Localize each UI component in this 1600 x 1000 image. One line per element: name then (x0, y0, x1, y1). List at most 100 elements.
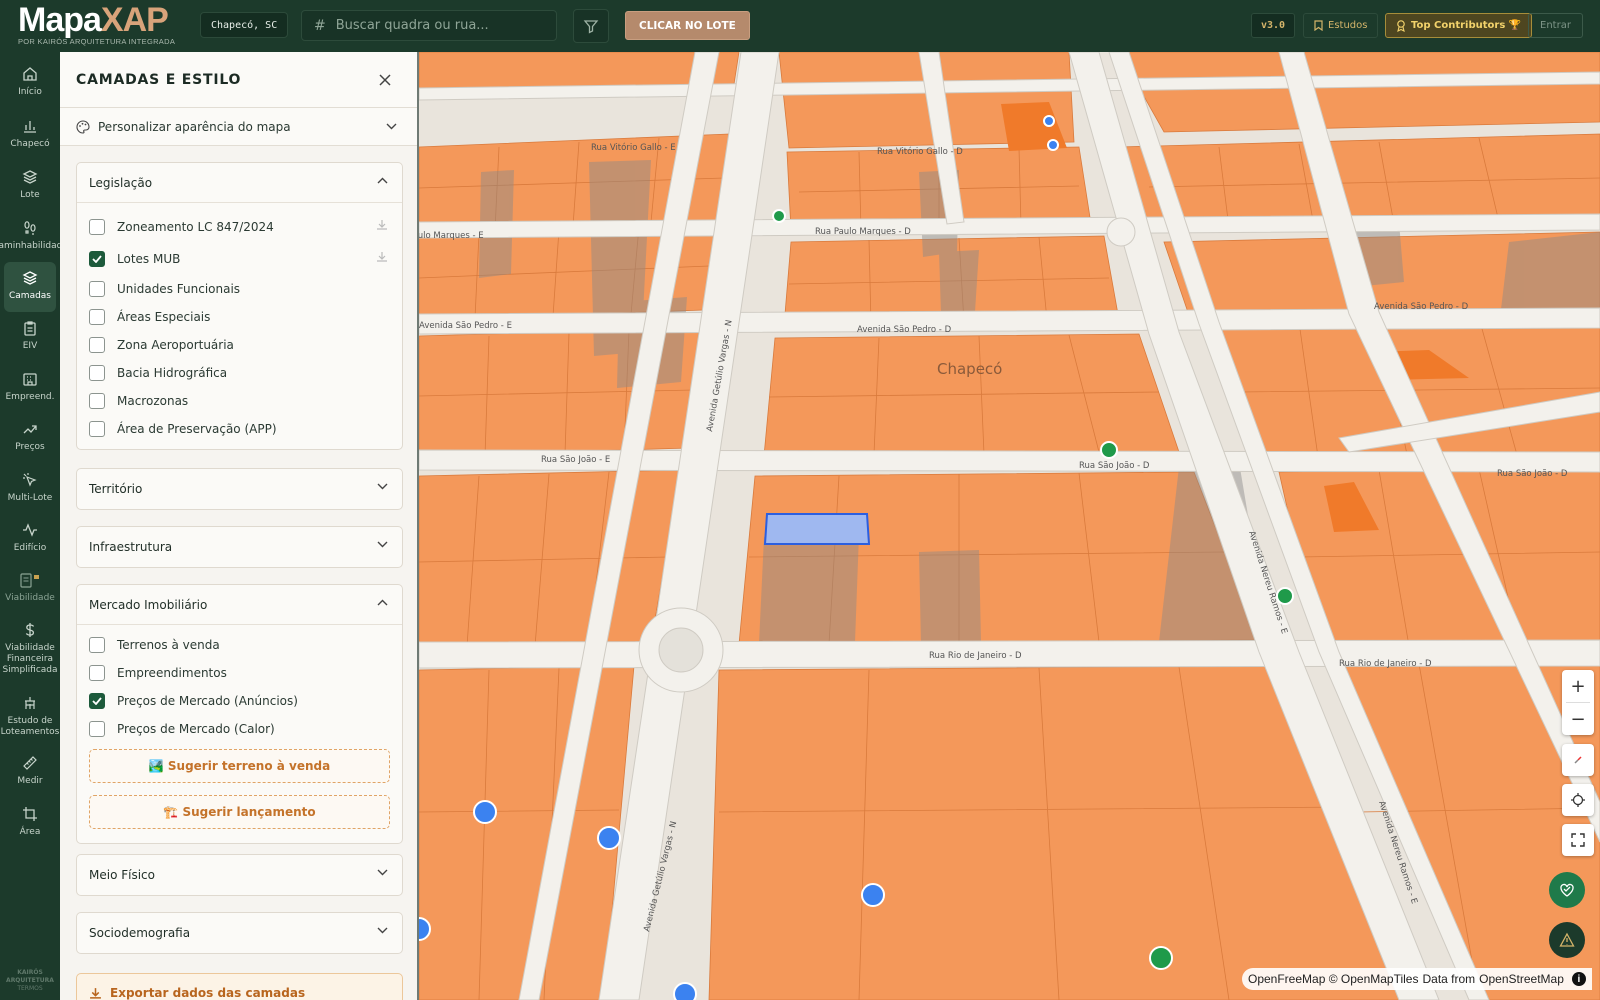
layer-label: Área de Preservação (APP) (117, 422, 277, 436)
layer-item[interactable]: Áreas Especiais (77, 303, 402, 331)
group-meio-fisico[interactable]: Meio Físico (76, 854, 403, 896)
chevron-up-icon (377, 177, 388, 184)
search-input[interactable] (335, 18, 546, 33)
login-button[interactable]: Entrar (1528, 13, 1583, 38)
palette-icon (76, 119, 90, 134)
checkbox[interactable] (89, 365, 105, 381)
click-lot-button[interactable]: CLICAR NO LOTE (625, 11, 750, 40)
layer-item[interactable]: Macrozonas (77, 387, 402, 415)
map-layer[interactable]: Rua Vitório Gallo - D Rua Vitório Gallo … (419, 52, 1600, 1000)
suggest-land-button[interactable]: 🏞️ Sugerir terreno à venda (89, 749, 390, 783)
nav-viabilidade-financeira[interactable]: Viabilidade Financeira Simplificada (0, 622, 60, 676)
crosshair-icon (1571, 793, 1585, 807)
layer-item[interactable]: Terrenos à venda (77, 631, 402, 659)
layer-item[interactable]: Preços de Mercado (Calor) (77, 715, 402, 743)
attribution-osm[interactable]: OpenStreetMap (1479, 972, 1564, 986)
trend-up-icon (23, 425, 37, 434)
nav-caminhabilidade[interactable]: Caminhabilidade (0, 220, 68, 252)
map-canvas[interactable]: Rua Vitório Gallo - D Rua Vitório Gallo … (419, 52, 1600, 1000)
nav-viabilidade[interactable]: Viabilidade (0, 572, 60, 604)
top-contributors-button[interactable]: Top Contributors 🏆 (1385, 13, 1533, 38)
layer-item[interactable]: Preços de Mercado (Anúncios) (77, 687, 402, 715)
export-layers-button[interactable]: Exportar dados das camadas (76, 973, 403, 1000)
group-sociodemografia[interactable]: Sociodemografia (76, 912, 403, 954)
group-legislacao-header[interactable]: Legislação (77, 163, 402, 203)
street-label: Rua Vitório Gallo - E (591, 142, 676, 153)
layer-label: Bacia Hidrográfica (117, 366, 228, 380)
marker-blue (1047, 139, 1059, 151)
version-badge[interactable]: v3.0 (1251, 13, 1296, 38)
report-issue-button[interactable] (1549, 922, 1585, 958)
layer-item[interactable]: Unidades Funcionais (77, 275, 402, 303)
warning-icon (1559, 932, 1575, 947)
nav-eiv[interactable]: EIV (0, 320, 60, 352)
nav-area[interactable]: Área (0, 806, 60, 838)
checkbox[interactable] (89, 665, 105, 681)
attribution-omt[interactable]: OpenFreeMap © OpenMapTiles (1248, 972, 1418, 986)
chevron-up-icon (377, 599, 388, 606)
nav-medir[interactable]: Medir (0, 755, 60, 787)
suggest-launch-button[interactable]: 🏗️ Sugerir lançamento (89, 795, 390, 829)
group-infraestrutura[interactable]: Infraestrutura (76, 526, 403, 568)
checkbox[interactable] (89, 393, 105, 409)
street-label: Avenida São Pedro - D (1374, 302, 1469, 312)
geolocate-button[interactable] (1562, 784, 1594, 816)
zoom-in-button[interactable]: + (1562, 670, 1594, 702)
nav-label: Lote (20, 190, 40, 200)
filter-button[interactable] (573, 9, 609, 43)
search-box[interactable]: # (301, 10, 557, 41)
clipboard-icon (24, 321, 36, 336)
street-label: Avenida São Pedro - D (857, 325, 952, 335)
street-label: Rua Vitório Gallo - D (877, 146, 963, 157)
checkbox[interactable] (89, 421, 105, 437)
layers-panel: CAMADAS E ESTILO Personalizar aparência … (60, 52, 419, 1000)
group-mercado-header[interactable]: Mercado Imobiliário (77, 585, 402, 625)
nav-precos[interactable]: Preços (0, 421, 60, 453)
favorite-map-button[interactable] (1549, 872, 1585, 908)
checkbox[interactable] (89, 337, 105, 353)
layer-label: Empreendimentos (117, 666, 227, 680)
layer-item[interactable]: Área de Preservação (APP) (77, 415, 402, 443)
group-territorio[interactable]: Território (76, 468, 403, 510)
heart-map-icon (1560, 883, 1574, 897)
fullscreen-button[interactable] (1562, 824, 1594, 856)
nav-estudo-loteamentos[interactable]: Estudo de Loteamentos (0, 695, 60, 738)
checkbox[interactable] (89, 637, 105, 653)
nav-camadas[interactable]: Camadas (4, 262, 56, 312)
layer-item[interactable]: Zona Aeroportuária (77, 331, 402, 359)
estudos-button[interactable]: Estudos (1303, 13, 1379, 38)
pulse-icon (23, 523, 37, 537)
customize-map-row[interactable]: Personalizar aparência do mapa (60, 108, 417, 146)
checkbox[interactable] (89, 251, 105, 267)
layer-item[interactable]: Bacia Hidrográfica (77, 359, 402, 387)
info-icon[interactable]: i (1571, 972, 1586, 986)
city-selector[interactable]: Chapecó, SC (200, 12, 289, 38)
checkbox[interactable] (89, 693, 105, 709)
layer-item[interactable]: Zoneamento LC 847/2024 (77, 211, 402, 243)
street-label: Rua Rio de Janeiro - D (1339, 659, 1432, 669)
marker-green (1276, 587, 1294, 605)
checkbox[interactable] (89, 219, 105, 235)
layer-item[interactable]: Empreendimentos (77, 659, 402, 687)
nav-multi-lote[interactable]: Multi-Lote (0, 472, 60, 504)
layer-item[interactable]: Lotes MUB (77, 243, 402, 275)
close-panel-button[interactable] (375, 70, 395, 90)
nav-chapeco[interactable]: Chapecó (0, 118, 60, 150)
checkbox[interactable] (89, 309, 105, 325)
layer-label: Unidades Funcionais (117, 282, 241, 296)
download-icon[interactable] (376, 219, 388, 231)
zoom-out-button[interactable]: − (1562, 703, 1594, 735)
checkbox[interactable] (89, 281, 105, 297)
group-title: Sociodemografia (89, 926, 191, 940)
nav-empreend[interactable]: Empreend. (0, 371, 60, 403)
download-icon[interactable] (376, 251, 388, 263)
nav-edificio[interactable]: Edifício (0, 522, 60, 554)
layer-label: Zona Aeroportuária (117, 338, 234, 352)
compass-button[interactable] (1562, 744, 1594, 776)
nav-inicio[interactable]: Início (0, 66, 60, 98)
checkbox[interactable] (89, 721, 105, 737)
nav-lote[interactable]: Lote (0, 169, 60, 201)
layers-icon (22, 271, 38, 285)
group-mercado-imobiliario: Mercado Imobiliário Terrenos à venda Emp… (76, 584, 403, 844)
logo[interactable]: MapaXAP POR KAIRÓS ARQUITETURA INTEGRADA (18, 2, 193, 50)
